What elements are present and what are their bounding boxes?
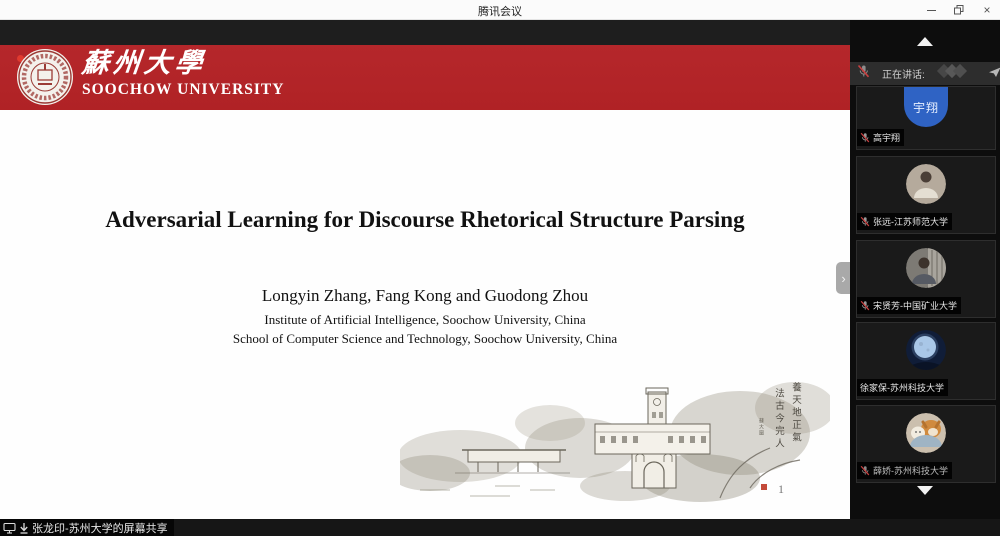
slide-title: Adversarial Learning for Discourse Rheto… bbox=[0, 207, 850, 233]
speaking-indicator-bar: 正在讲话: bbox=[850, 62, 1000, 85]
content-area: 蘇州大學 SOOCHOW UNIVERSITY Adversarial Lear… bbox=[0, 20, 1000, 536]
participant-tile[interactable]: 徐家保-苏州科技大学 bbox=[856, 322, 996, 400]
presentation-slide: Adversarial Learning for Discourse Rheto… bbox=[0, 110, 850, 519]
mic-muted-icon bbox=[860, 132, 870, 143]
window-title: 腾讯会议 bbox=[0, 3, 1000, 19]
scroll-down-button[interactable] bbox=[850, 486, 1000, 495]
participant-name-chip: 高宇翔 bbox=[857, 129, 904, 146]
restore-icon bbox=[954, 5, 964, 15]
participant-tile[interactable]: 宋贤芳-中国矿业大学 bbox=[856, 240, 996, 318]
participant-name-chip: 徐家保-苏州科技大学 bbox=[857, 379, 948, 396]
slide-banner: 蘇州大學 SOOCHOW UNIVERSITY bbox=[0, 45, 850, 110]
back-arrow-icon[interactable] bbox=[987, 65, 1000, 83]
university-seal-logo bbox=[16, 48, 74, 106]
share-text: 张龙印-苏州大学的屏幕共享 bbox=[32, 520, 168, 536]
avatar bbox=[906, 248, 946, 288]
monitor-icon bbox=[3, 522, 16, 534]
participant-name: 张远-江苏师范大学 bbox=[873, 215, 948, 228]
participant-tile[interactable]: 张远-江苏师范大学 bbox=[856, 156, 996, 234]
slide-affiliation-2: School of Computer Science and Technolog… bbox=[0, 331, 850, 347]
meeting-window: 腾讯会议 × bbox=[0, 0, 1000, 536]
participant-name: 薛娇-苏州科技大学 bbox=[873, 464, 948, 477]
university-name-chinese: 蘇州大學 bbox=[80, 49, 286, 79]
avatar-initials: 宇翔 bbox=[913, 99, 939, 116]
participant-name: 宋贤芳-中国矿业大学 bbox=[873, 299, 957, 312]
mic-muted-icon bbox=[857, 64, 870, 83]
participant-name-chip: 张远-江苏师范大学 bbox=[857, 213, 952, 230]
avatar bbox=[906, 413, 946, 453]
participants-sidebar: 正在讲话: 宇翔 bbox=[850, 20, 1000, 536]
motto-column-right: 養天地正氣 bbox=[788, 382, 802, 445]
close-button[interactable]: × bbox=[980, 3, 994, 17]
painting-signature: 蘇大圖 bbox=[758, 418, 765, 436]
avatar bbox=[906, 330, 946, 370]
participant-name: 高宇翔 bbox=[873, 131, 900, 144]
slide-page-number: 1 bbox=[778, 482, 784, 497]
painting-red-seal bbox=[761, 484, 767, 490]
up-arrow-icon bbox=[917, 37, 933, 46]
screen-top-strip bbox=[0, 20, 850, 45]
slide-affiliation-1: Institute of Artificial Intelligence, So… bbox=[0, 312, 850, 328]
motto-column-left: 法古今完人 bbox=[771, 388, 785, 451]
download-arrow-icon bbox=[19, 522, 29, 534]
window-titlebar: 腾讯会议 × bbox=[0, 0, 1000, 20]
participant-name-chip: 宋贤芳-中国矿业大学 bbox=[857, 297, 961, 314]
scroll-up-button[interactable] bbox=[850, 37, 1000, 46]
avatar: 宇翔 bbox=[904, 87, 948, 127]
sidebar-collapse-handle[interactable]: › bbox=[836, 262, 851, 294]
mic-muted-icon bbox=[860, 465, 870, 476]
avatar bbox=[906, 164, 946, 204]
minimize-button[interactable] bbox=[924, 3, 938, 17]
slide-authors: Longyin Zhang, Fang Kong and Guodong Zho… bbox=[0, 286, 850, 306]
speaker-diamonds-icon bbox=[933, 62, 971, 85]
participant-tile[interactable]: 宇翔 高宇翔 bbox=[856, 86, 996, 150]
participant-name: 徐家保-苏州科技大学 bbox=[860, 381, 944, 394]
shared-screen: 蘇州大學 SOOCHOW UNIVERSITY Adversarial Lear… bbox=[0, 20, 850, 519]
participant-tile[interactable]: 薛娇-苏州科技大学 bbox=[856, 405, 996, 483]
campus-ink-illustration: 養天地正氣 法古今完人 蘇大圖 1 bbox=[400, 378, 830, 508]
down-arrow-icon bbox=[917, 486, 933, 495]
participant-name-chip: 薛娇-苏州科技大学 bbox=[857, 462, 952, 479]
mic-muted-icon bbox=[860, 216, 870, 227]
mic-muted-icon bbox=[860, 300, 870, 311]
bottom-bar: 张龙印-苏州大学的屏幕共享 bbox=[0, 519, 1000, 536]
minimize-icon bbox=[927, 10, 936, 11]
university-name-english: SOOCHOW UNIVERSITY bbox=[82, 81, 284, 99]
speaking-label: 正在讲话: bbox=[882, 66, 925, 81]
restore-button[interactable] bbox=[952, 3, 966, 17]
screen-share-indicator[interactable]: 张龙印-苏州大学的屏幕共享 bbox=[0, 519, 174, 536]
